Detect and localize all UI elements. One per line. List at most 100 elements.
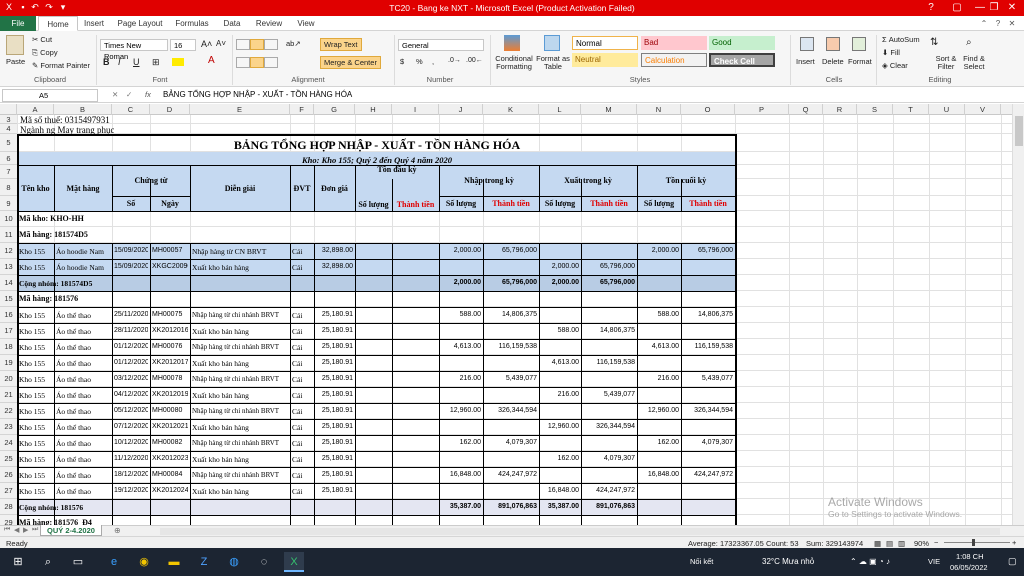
- table-cell[interactable]: 19/12/2020: [114, 487, 148, 494]
- column-title[interactable]: Tồn cuối kỳ: [637, 165, 735, 196]
- table-cell[interactable]: 116,159,538: [583, 359, 635, 366]
- row-header[interactable]: 12: [0, 243, 17, 259]
- table-cell[interactable]: Nhập hàng từ chi nhánh BRVT: [192, 311, 288, 319]
- column-title[interactable]: Số lượng: [355, 179, 392, 211]
- table-cell[interactable]: Kho 155: [19, 263, 52, 272]
- table-cell[interactable]: 03/12/2020: [114, 375, 148, 382]
- font-color-icon[interactable]: A: [208, 55, 215, 66]
- zoom-level[interactable]: 90%: [914, 539, 929, 548]
- row-header[interactable]: 10: [0, 211, 17, 227]
- font-size-select[interactable]: 16: [170, 39, 196, 51]
- table-cell[interactable]: 162.00: [639, 439, 679, 446]
- find-select-button[interactable]: Find & Select: [960, 55, 988, 71]
- table-cell[interactable]: 07/12/2020: [114, 423, 148, 430]
- ribbon-display-icon[interactable]: ▢: [944, 0, 970, 16]
- table-cell[interactable]: Áo thể thao: [56, 471, 110, 480]
- column-header[interactable]: F: [290, 104, 314, 115]
- table-cell[interactable]: Xuất kho bán hàng: [192, 391, 288, 400]
- row-header[interactable]: 5: [0, 134, 17, 152]
- column-title[interactable]: Ngày: [150, 196, 190, 211]
- table-cell[interactable]: XK2012021: [152, 423, 188, 430]
- report-subtitle[interactable]: Kho: Kho 155; Quý 2 đến Quý 4 năm 2020: [18, 155, 736, 165]
- column-title[interactable]: Diễn giải: [190, 165, 290, 211]
- table-cell[interactable]: 01/12/2020: [114, 359, 148, 366]
- tab-data[interactable]: Data: [218, 16, 246, 31]
- name-box[interactable]: A5: [2, 89, 98, 102]
- column-header[interactable]: A: [17, 104, 54, 115]
- table-cell[interactable]: Kho 155: [19, 375, 52, 384]
- column-header[interactable]: B: [54, 104, 112, 115]
- underline-button[interactable]: U: [133, 57, 140, 67]
- column-header[interactable]: M: [581, 104, 637, 115]
- table-cell[interactable]: 32,898.00: [316, 247, 353, 254]
- sort-filter-icon[interactable]: ⇅: [930, 37, 938, 48]
- table-cell[interactable]: Cái: [292, 455, 312, 464]
- column-title[interactable]: Nhập trong kỳ: [439, 165, 539, 196]
- column-header[interactable]: E: [190, 104, 290, 115]
- column-title[interactable]: Thành tiền: [581, 196, 637, 211]
- table-cell[interactable]: MH00075: [152, 311, 188, 318]
- table-cell[interactable]: 116,159,538: [683, 343, 733, 350]
- tab-home[interactable]: Home: [38, 16, 78, 31]
- table-cell[interactable]: Cái: [292, 247, 312, 256]
- clock-date[interactable]: 06/05/2022: [950, 563, 988, 572]
- table-cell[interactable]: 4,079,307: [583, 455, 635, 462]
- tab-file[interactable]: File: [0, 16, 36, 31]
- table-cell[interactable]: Kho 155: [19, 359, 52, 368]
- group-header[interactable]: Mã kho: KHO-HH: [19, 214, 84, 223]
- group-header[interactable]: Mã hàng: 181574D5: [19, 230, 88, 239]
- table-cell[interactable]: Áo thể thao: [56, 375, 110, 384]
- table-cell[interactable]: 4,613.00: [639, 343, 679, 350]
- column-title[interactable]: Số lượng: [539, 196, 581, 211]
- table-cell[interactable]: 65,796,000: [485, 247, 537, 254]
- task-view-icon[interactable]: ▭: [68, 552, 88, 572]
- workbook-close-icon[interactable]: ✕: [1006, 16, 1018, 31]
- column-header[interactable]: D: [150, 104, 190, 115]
- table-cell[interactable]: Kho 155: [19, 439, 52, 448]
- table-cell[interactable]: 326,344,594: [485, 407, 537, 414]
- generic-app-icon[interactable]: ◌: [254, 552, 274, 572]
- italic-button[interactable]: I: [118, 57, 121, 67]
- align-center-icon[interactable]: [250, 57, 264, 68]
- total-cell[interactable]: 65,796,000: [583, 279, 635, 286]
- table-cell[interactable]: Cái: [292, 439, 312, 448]
- format-table-icon[interactable]: [544, 35, 560, 51]
- column-title[interactable]: Số lượng: [637, 196, 681, 211]
- sort-filter-button[interactable]: Sort & Filter: [932, 55, 960, 71]
- row-header[interactable]: 3: [0, 115, 17, 124]
- table-cell[interactable]: Cái: [292, 407, 312, 416]
- style-good[interactable]: Good: [709, 36, 775, 50]
- row-header[interactable]: 26: [0, 467, 17, 483]
- table-cell[interactable]: 14,806,375: [485, 311, 537, 318]
- sheet-nav-last-icon[interactable]: ⏭: [32, 526, 38, 534]
- table-cell[interactable]: 14,806,375: [583, 327, 635, 334]
- column-header[interactable]: H: [355, 104, 392, 115]
- table-cell[interactable]: 216.00: [441, 375, 481, 382]
- table-cell[interactable]: 4,079,307: [683, 439, 733, 446]
- row-header[interactable]: 27: [0, 483, 17, 499]
- table-cell[interactable]: Cái: [292, 423, 312, 432]
- column-header[interactable]: P: [735, 104, 789, 115]
- table-cell[interactable]: MH00078: [152, 375, 188, 382]
- table-cell[interactable]: Cái: [292, 263, 312, 272]
- table-cell[interactable]: 28/11/2020: [114, 327, 148, 334]
- horizontal-scrollbar[interactable]: [160, 528, 1000, 535]
- search-icon[interactable]: ⌕: [38, 552, 58, 572]
- column-header[interactable]: J: [439, 104, 483, 115]
- row-header[interactable]: 25: [0, 451, 17, 467]
- tab-page-layout[interactable]: Page Layout: [114, 16, 166, 31]
- align-bottom-icon[interactable]: [264, 39, 278, 50]
- total-cell[interactable]: 65,796,000: [485, 279, 537, 286]
- table-cell[interactable]: MH00076: [152, 343, 188, 350]
- table-cell[interactable]: 25,180.91: [316, 311, 353, 318]
- column-title[interactable]: Mặt hàng: [54, 165, 112, 211]
- conditional-formatting-button[interactable]: Conditional Formatting: [494, 55, 534, 71]
- table-cell[interactable]: 16,848.00: [441, 471, 481, 478]
- column-header[interactable]: G: [314, 104, 355, 115]
- table-cell[interactable]: Áo thể thao: [56, 343, 110, 352]
- row-header[interactable]: 20: [0, 371, 17, 387]
- column-title[interactable]: ĐVT: [290, 165, 314, 211]
- table-cell[interactable]: 4,079,307: [485, 439, 537, 446]
- table-cell[interactable]: 4,613.00: [441, 343, 481, 350]
- table-cell[interactable]: 2,000.00: [541, 263, 579, 270]
